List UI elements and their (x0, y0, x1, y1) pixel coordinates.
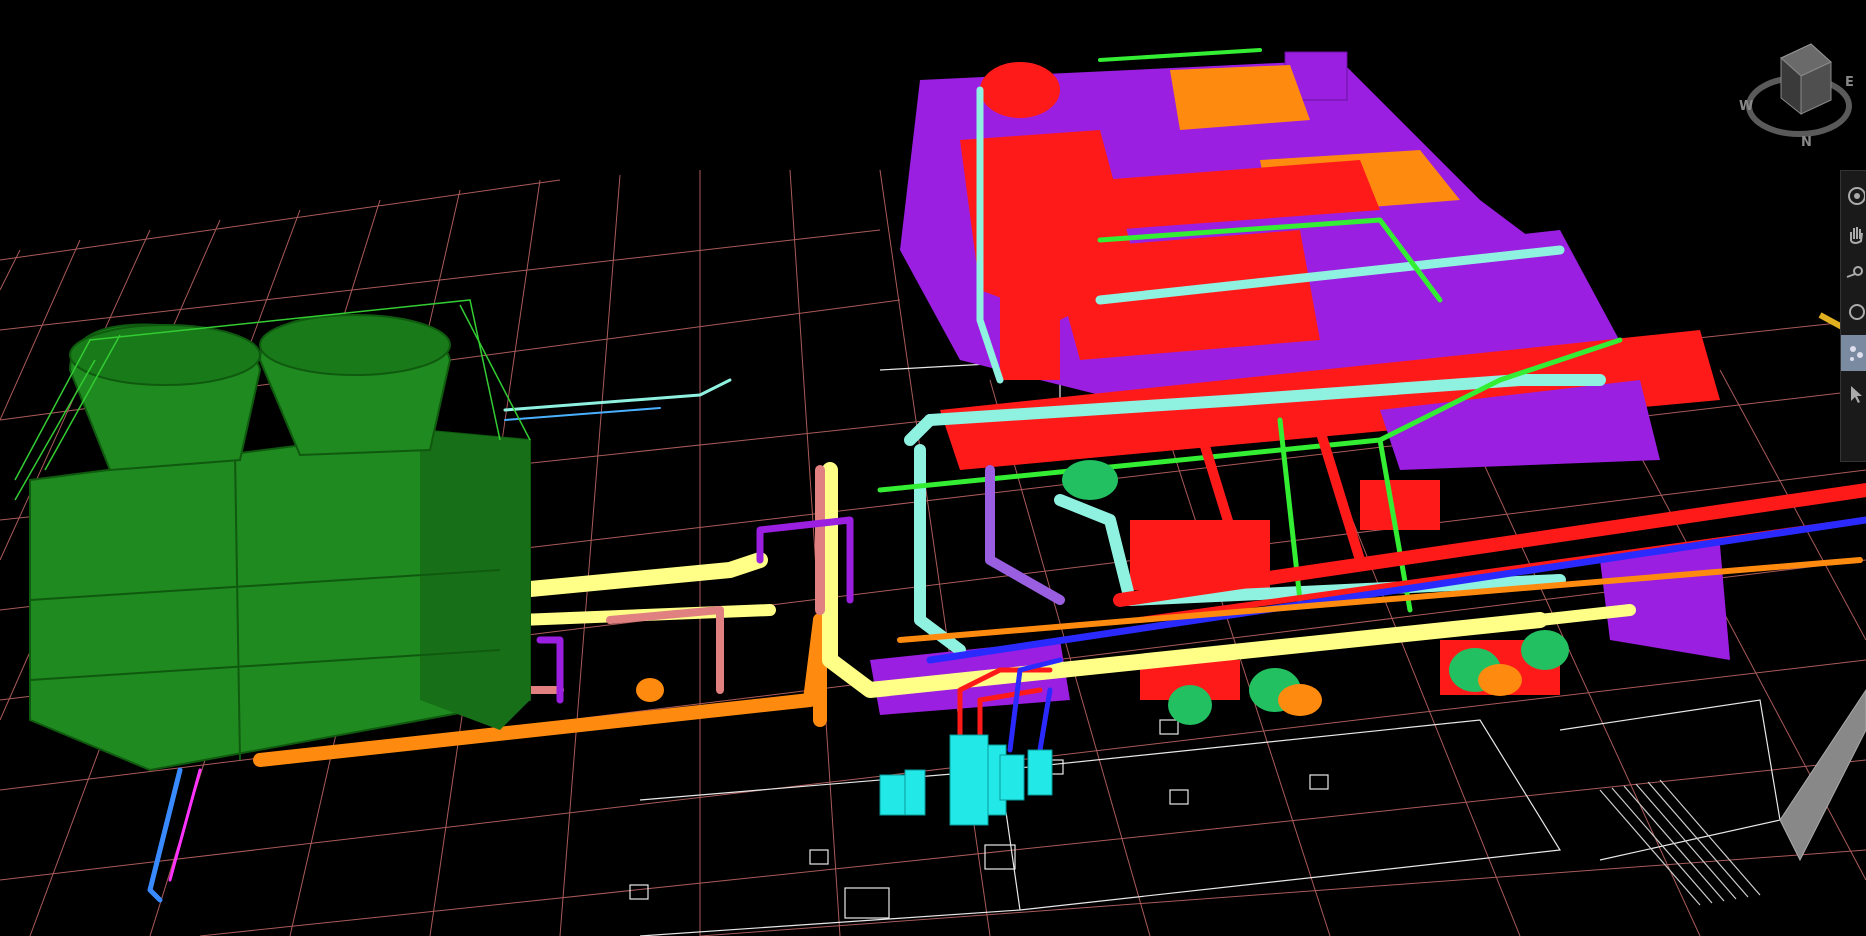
zoom-button[interactable] (1841, 257, 1866, 293)
model-viewport[interactable] (0, 0, 1866, 936)
compass-west-label: W (1739, 99, 1753, 114)
orbit-button[interactable] (1841, 295, 1866, 331)
look-button[interactable] (1841, 335, 1866, 371)
compass-north-label: N (1801, 135, 1812, 150)
steering-wheel-button[interactable] (1841, 179, 1866, 215)
steering-wheel-icon (1848, 187, 1865, 205)
navigation-bar (1840, 170, 1866, 462)
select-button[interactable] (1841, 377, 1866, 413)
viewcube[interactable]: W N E (1733, 28, 1865, 160)
orbit-icon (1849, 304, 1865, 320)
look-icon (1850, 346, 1863, 361)
zoom-icon (1846, 266, 1863, 278)
hand-pan-icon (1850, 227, 1863, 244)
viewcube-icon[interactable] (1780, 43, 1832, 116)
compass-east-label: E (1845, 75, 1854, 90)
cursor-icon (1851, 386, 1862, 403)
pan-button[interactable] (1841, 217, 1866, 253)
